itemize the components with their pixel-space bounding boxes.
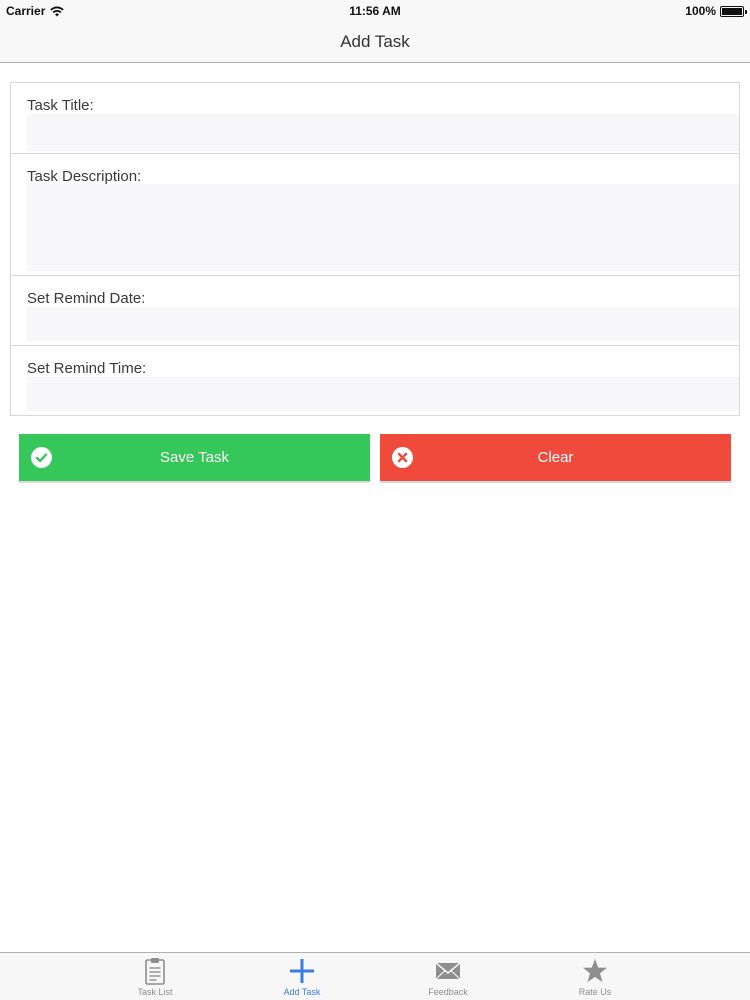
tab-feedback[interactable]: Feedback bbox=[398, 953, 498, 1000]
star-icon bbox=[583, 959, 607, 982]
status-bar: Carrier 11:56 AM 100% bbox=[0, 0, 750, 22]
save-task-label: Save Task bbox=[160, 449, 229, 466]
remind-time-row: Set Remind Time: bbox=[11, 346, 739, 415]
status-time: 11:56 AM bbox=[349, 4, 401, 18]
envelope-icon bbox=[435, 962, 461, 980]
tab-add-task[interactable]: Add Task bbox=[252, 953, 352, 1000]
clear-button[interactable]: Clear bbox=[380, 434, 731, 481]
status-right: 100% bbox=[685, 4, 747, 18]
plus-icon bbox=[290, 959, 314, 983]
tab-bar: Task List Add Task Feedback Rate Us bbox=[0, 952, 750, 1000]
remind-date-label: Set Remind Date: bbox=[27, 290, 146, 307]
battery-icon bbox=[720, 5, 747, 17]
tab-task-list[interactable]: Task List bbox=[105, 953, 205, 1000]
task-description-row: Task Description: bbox=[11, 154, 739, 276]
clear-label: Clear bbox=[537, 449, 574, 466]
tab-feedback-label: Feedback bbox=[428, 987, 468, 997]
task-title-input[interactable] bbox=[27, 114, 739, 151]
remind-date-row: Set Remind Date: bbox=[11, 276, 739, 346]
battery-percent: 100% bbox=[685, 4, 716, 18]
remind-time-input[interactable] bbox=[27, 377, 739, 411]
task-description-input[interactable] bbox=[27, 184, 739, 271]
remind-date-input[interactable] bbox=[27, 307, 739, 341]
remind-time-label: Set Remind Time: bbox=[27, 360, 147, 377]
tab-add-task-label: Add Task bbox=[283, 987, 321, 997]
tab-rate-us[interactable]: Rate Us bbox=[545, 953, 645, 1000]
tab-task-list-label: Task List bbox=[137, 987, 173, 997]
task-title-row: Task Title: bbox=[11, 83, 739, 154]
save-task-button[interactable]: Save Task bbox=[19, 434, 370, 481]
page-title: Add Task bbox=[340, 32, 410, 51]
navigation-bar: Add Task bbox=[0, 22, 750, 63]
add-task-form: Task Title: Task Description: Set Remind… bbox=[10, 82, 740, 416]
clipboard-icon bbox=[145, 958, 165, 985]
tab-rate-us-label: Rate Us bbox=[578, 987, 612, 997]
task-description-label: Task Description: bbox=[27, 168, 142, 185]
battery-fill bbox=[722, 7, 742, 15]
task-title-label: Task Title: bbox=[27, 97, 94, 114]
